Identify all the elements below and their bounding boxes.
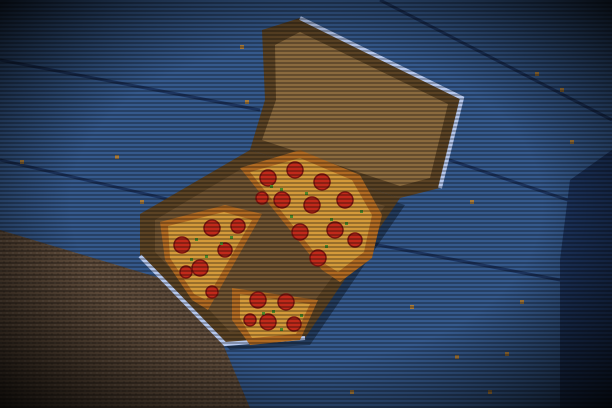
pixel-game-scene (0, 0, 612, 408)
vignette-overlay (0, 0, 612, 408)
